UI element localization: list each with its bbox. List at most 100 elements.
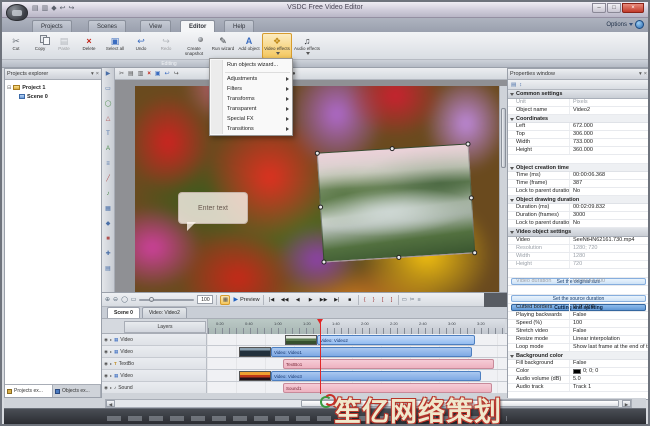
video-preview[interactable]: Enter text [135, 86, 499, 292]
region-end-icon[interactable]: ] [389, 297, 395, 303]
sort-icon[interactable]: ↕ [519, 82, 522, 88]
scroll-right-arrow[interactable]: ▶ [622, 400, 631, 407]
tab-projects-explorer[interactable]: Projects ex... [5, 385, 53, 397]
section-common-settings[interactable]: Common settings [508, 90, 649, 99]
video-tool-icon[interactable]: ▦ [105, 206, 111, 213]
tab-editor[interactable]: Editor [180, 20, 215, 32]
audio-tool-icon[interactable]: ♪ [107, 191, 110, 198]
mark-in-icon[interactable]: { [362, 297, 368, 303]
timeline-ruler[interactable]: 0:20 0:40 1:00 1:20 1:40 2:00 2:20 2:40 … [207, 319, 505, 334]
paste-button[interactable]: ▤ Paste [52, 33, 76, 59]
property-row[interactable]: Audio volume (dB)5.0 [508, 376, 649, 384]
scene-cut-icon[interactable]: ✂ [119, 70, 124, 77]
property-row[interactable]: Lock to parent durationNo [508, 220, 649, 228]
zoom-value-spinner[interactable]: 100 [197, 295, 213, 304]
resize-handle-w[interactable] [318, 204, 323, 209]
tree-item-scene[interactable]: Scene 0 [7, 92, 99, 101]
section-video-object-settings[interactable]: Video object settings [508, 228, 649, 237]
menu-item-run-wizard[interactable]: Run objects wizard... [210, 60, 292, 71]
section-object-drawing-duration[interactable]: Object drawing duration [508, 196, 649, 204]
track-header[interactable]: ◉ ▸ T TextBo [102, 358, 207, 369]
redo-button[interactable]: ↪ Redo [154, 33, 178, 59]
property-row-color[interactable]: Color0; 0; 0 [508, 368, 649, 376]
preview-button[interactable]: ▶ Preview [233, 296, 259, 303]
video-effects-button[interactable]: ❖ Video effects [262, 33, 292, 59]
slider-thumb[interactable] [149, 297, 154, 302]
stop-button[interactable]: ■ [345, 297, 355, 303]
visibility-eye-icon[interactable]: ◉ [104, 385, 108, 391]
property-row[interactable]: Playing backwardsFalse [508, 312, 649, 320]
visibility-eye-icon[interactable]: ◉ [104, 361, 108, 367]
minimize-button[interactable]: – [592, 3, 606, 13]
tab-scene-0[interactable]: Scene 0 [107, 307, 140, 318]
rectangle-tool-icon[interactable]: ▭ [105, 86, 111, 93]
tab-view[interactable]: View [140, 20, 171, 32]
zoom-fit-icon[interactable]: ◯ [121, 296, 128, 303]
tab-projects[interactable]: Projects [32, 20, 72, 32]
tab-video-video2[interactable]: Video: Video2 [142, 307, 187, 318]
go-start-button[interactable]: |◀ [267, 297, 277, 303]
menu-item-filters[interactable]: Filters [210, 84, 292, 94]
scene-delete-icon[interactable]: × [147, 71, 151, 77]
property-row[interactable]: Height720 [508, 261, 649, 269]
frame-mode-button[interactable]: ▦ [220, 295, 230, 305]
step-back-button[interactable]: ◀ [293, 297, 303, 303]
track-lane[interactable]: Video: Video1 [207, 346, 507, 357]
expand-chevron-icon[interactable]: ▸ [110, 337, 112, 342]
fast-forward-button[interactable]: ▶▶ [319, 297, 329, 303]
property-row[interactable]: Width1280 [508, 253, 649, 261]
panel-close-icon[interactable]: × [96, 71, 99, 77]
rewind-button[interactable]: ◀◀ [280, 297, 290, 303]
tab-help[interactable]: Help [224, 20, 254, 32]
resize-handle-n[interactable] [390, 146, 395, 151]
property-row[interactable]: Resize modeLinear interpolation [508, 336, 649, 344]
scene-select-icon[interactable]: ▣ [155, 70, 161, 77]
split-tool-icon[interactable]: ▭ [402, 297, 407, 303]
cut-tool-icon[interactable]: ✂ [410, 297, 415, 303]
run-wizard-button[interactable]: ✎ Run wizard [210, 33, 236, 59]
property-row[interactable]: Fill backgroundFalse [508, 360, 649, 368]
scene-copy-icon[interactable]: ▤ [128, 70, 134, 77]
expand-chevron-icon[interactable]: ▸ [110, 349, 112, 354]
lines-tool-icon[interactable]: ≡ [106, 161, 110, 168]
clip-thumbnail[interactable] [239, 347, 271, 357]
delete-button[interactable]: × Delete [76, 33, 102, 59]
properties-close-icon[interactable]: × [644, 71, 647, 77]
tab-scenes[interactable]: Scenes [88, 20, 126, 32]
timeline-zoom-slider[interactable] [139, 299, 194, 301]
pointer-tool-icon[interactable]: ▶ [106, 71, 111, 78]
tree-item-project[interactable]: ⊟ Project 1 [7, 83, 99, 92]
property-row[interactable]: Duration (frames)3000 [508, 212, 649, 220]
pin-icon[interactable]: ▾ [91, 71, 94, 77]
clip-bar-video2[interactable]: Video: Video2 [317, 335, 475, 345]
menu-item-transparent[interactable]: Transparent [210, 104, 292, 114]
menu-item-adjustments[interactable]: Adjustments [210, 74, 292, 84]
scene-redo-icon[interactable]: ↪ [174, 70, 179, 77]
scrollbar-thumb[interactable] [501, 108, 506, 168]
property-row[interactable]: Video duration00:00:43.400 [508, 278, 649, 286]
property-row[interactable]: Audio trackTrack 1 [508, 384, 649, 392]
go-end-button[interactable]: ▶| [332, 297, 342, 303]
play-button[interactable]: ▶ [306, 297, 316, 303]
section-background-color[interactable]: Background color [508, 352, 649, 360]
fill-tool-icon[interactable]: ■ [106, 236, 110, 243]
create-snapshot-button[interactable]: Create snapshot [178, 33, 210, 59]
property-row[interactable]: Top306.000 [508, 131, 649, 139]
visibility-eye-icon[interactable]: ◉ [104, 337, 108, 343]
menu-item-special-fx[interactable]: Special FX [210, 114, 292, 124]
property-row[interactable]: Resolution1280; 720 [508, 245, 649, 253]
property-row[interactable]: Object nameVideo2 [508, 107, 649, 115]
property-row[interactable]: Cutted borders0; 0; 0; 0 [508, 304, 649, 312]
scene-paste-icon[interactable]: ▥ [138, 70, 144, 77]
property-row[interactable]: Height360.000 [508, 147, 649, 155]
add-object-button[interactable]: A Add object [236, 33, 262, 59]
track-lane[interactable]: TextBo1 [207, 358, 507, 369]
clip-thumbnail[interactable] [239, 371, 271, 381]
line-tool-icon[interactable]: ╱ [106, 176, 110, 183]
categorize-icon[interactable]: ▤ [511, 82, 516, 88]
clip-bar-textbox[interactable]: TextBo1 [283, 359, 494, 369]
expand-chevron-icon[interactable]: ▸ [110, 361, 112, 366]
property-row[interactable]: Time (frame)387 [508, 180, 649, 188]
property-row[interactable]: Time (ms)00:00:06.368 [508, 172, 649, 180]
layers-header[interactable]: Layers [124, 321, 206, 333]
